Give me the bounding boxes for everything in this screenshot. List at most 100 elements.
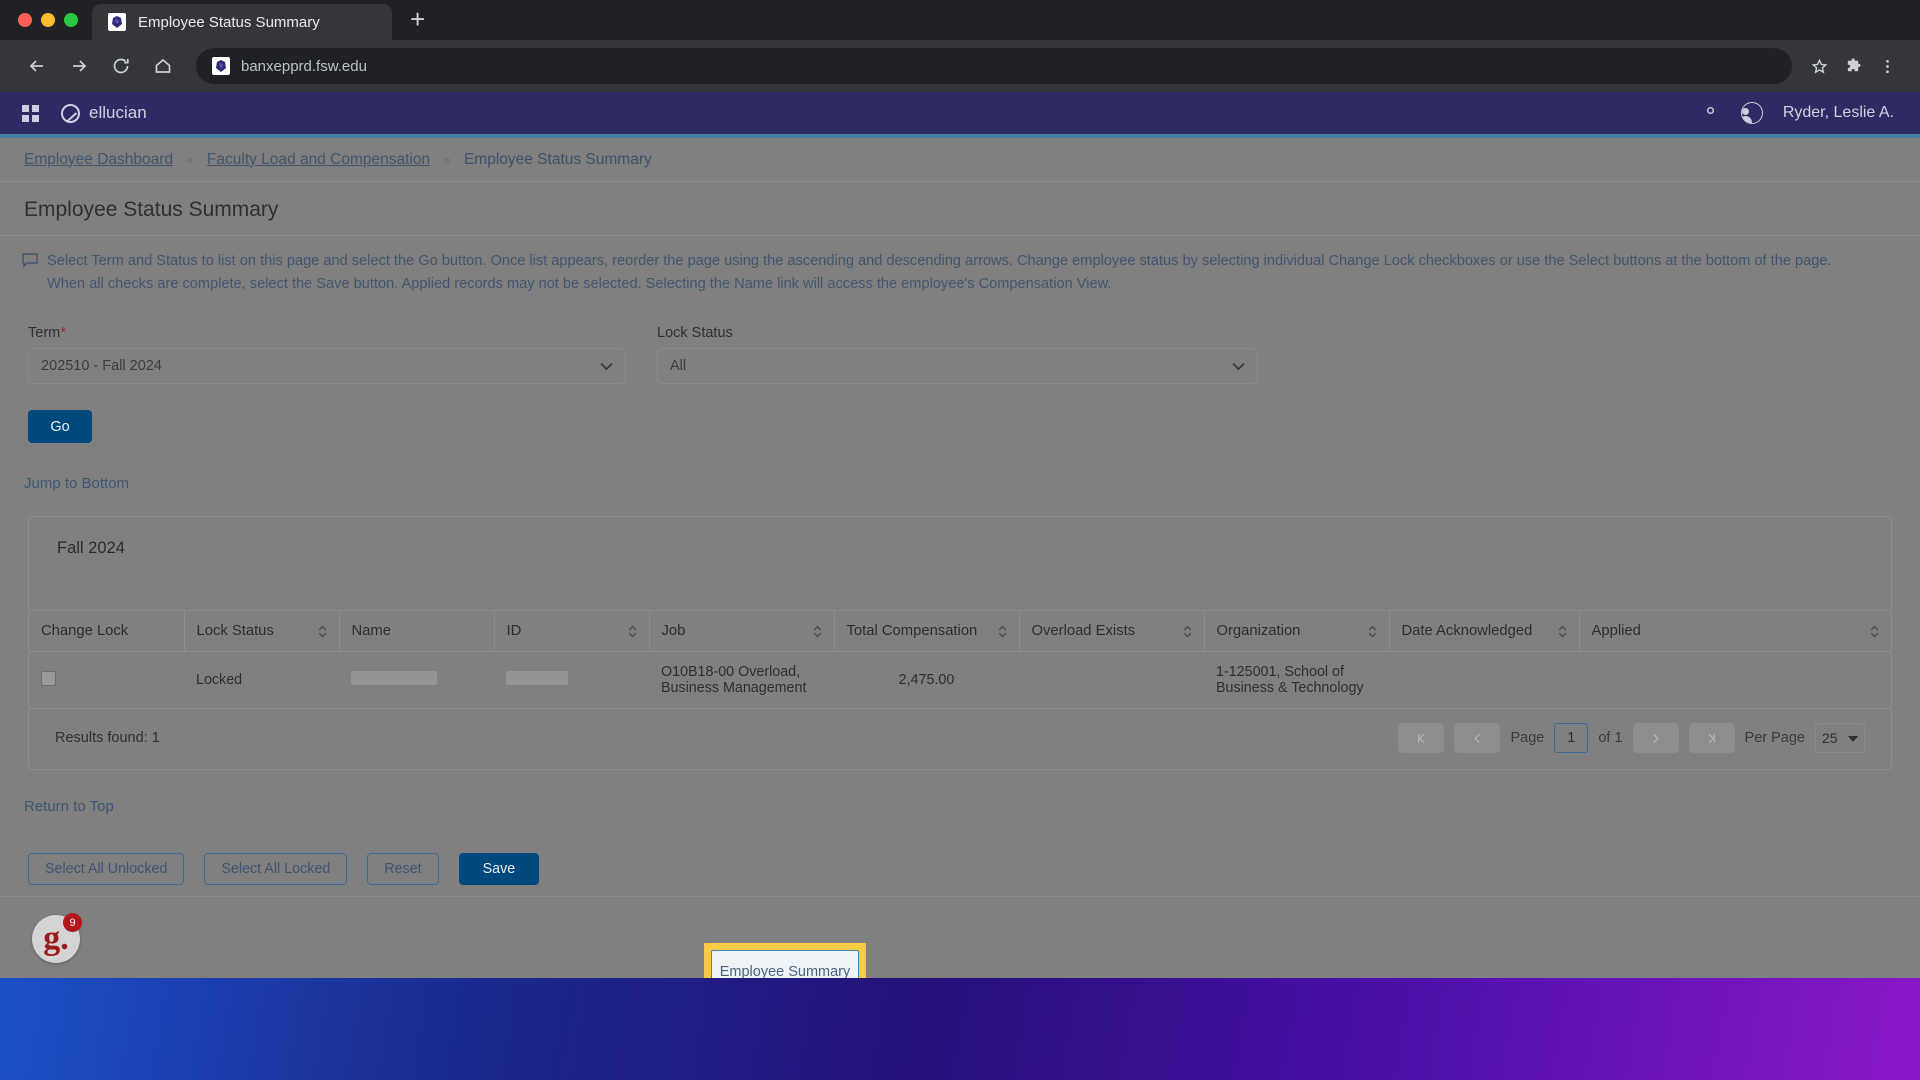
term-select[interactable]: 202510 - Fall 2024 [28, 348, 626, 385]
per-page-value: 25 [1822, 730, 1838, 747]
breadcrumb-item-current: Employee Status Summary [463, 150, 652, 168]
page-total-label: of 1 [1598, 730, 1623, 747]
forward-arrow-icon[interactable] [58, 45, 100, 87]
page-title: Employee Status Summary [24, 198, 279, 221]
back-arrow-icon[interactable] [16, 45, 58, 87]
footer-strip [0, 896, 1920, 950]
last-page-icon[interactable] [1688, 723, 1735, 754]
caret-down-icon [1848, 730, 1858, 746]
lock-status-select[interactable]: All [657, 348, 1258, 385]
next-page-icon[interactable] [1632, 723, 1679, 754]
return-to-top-link[interactable]: Return to Top [24, 798, 1920, 815]
page-label: Page [1510, 730, 1545, 747]
col-change-lock: Change Lock [29, 610, 184, 653]
browser-tab-title: Employee Status Summary [138, 13, 320, 31]
cell-name[interactable] [339, 651, 494, 710]
change-lock-checkbox[interactable] [41, 670, 56, 686]
per-page-select[interactable]: 25 [1815, 723, 1865, 754]
star-icon[interactable] [1802, 49, 1836, 83]
page-content: Employee Dashboard ● Faculty Load and Co… [0, 138, 1920, 1016]
sort-updown-icon[interactable] [302, 625, 327, 638]
new-tab-button[interactable]: + [392, 6, 443, 40]
gear-icon[interactable] [1700, 100, 1721, 126]
notification-count-badge: 9 [63, 913, 82, 932]
col-job[interactable]: Job [648, 610, 834, 653]
save-button[interactable]: Save [458, 853, 540, 886]
redacted-name [351, 671, 437, 686]
per-page-label: Per Page [1744, 730, 1805, 747]
col-overload-exists[interactable]: Overload Exists [1018, 610, 1204, 653]
address-favicon-icon [212, 57, 230, 75]
reset-button[interactable]: Reset [367, 853, 439, 886]
breadcrumb: Employee Dashboard ● Faculty Load and Co… [0, 138, 1920, 182]
close-window-button[interactable] [18, 13, 32, 27]
puzzle-icon[interactable] [1836, 49, 1870, 83]
sort-updown-icon[interactable] [1542, 625, 1567, 638]
term-select-value: 202510 - Fall 2024 [41, 358, 162, 375]
table-head: Change Lock Lock Status Name ID Job Tota… [29, 610, 1891, 653]
page-title-bar: Employee Status Summary [0, 182, 1920, 236]
ellucian-brand: ellucian [61, 103, 147, 123]
address-bar[interactable]: banxepprd.fsw.edu [196, 48, 1792, 84]
col-applied[interactable]: Applied [1578, 610, 1891, 653]
home-icon[interactable] [142, 45, 184, 87]
window-traffic-lights[interactable] [12, 0, 92, 40]
sort-updown-icon[interactable] [1167, 625, 1192, 638]
guide-assistant-badge[interactable]: g. 9 [32, 913, 82, 963]
user-avatar-icon[interactable] [1740, 102, 1763, 124]
app-grid-icon[interactable] [22, 104, 39, 122]
desktop-background [0, 978, 1920, 1080]
reload-icon[interactable] [100, 45, 142, 87]
info-message-line2: When all checks are complete, select the… [47, 275, 1112, 292]
user-name-label: Ryder, Leslie A. [1782, 104, 1894, 121]
col-date-acknowledged[interactable]: Date Acknowledged [1388, 610, 1579, 653]
table-body: Locked O10B18-00 Overload, Business Mana… [29, 651, 1891, 710]
table-header-row: Change Lock Lock Status Name ID Job Tota… [29, 610, 1891, 653]
sort-updown-icon[interactable] [612, 625, 637, 638]
cell-date-acknowledged [1389, 651, 1579, 710]
col-lock-status[interactable]: Lock Status [183, 610, 339, 653]
employee-status-table: Change Lock Lock Status Name ID Job Tota… [29, 610, 1891, 710]
sort-updown-icon[interactable] [982, 625, 1007, 638]
results-count: Results found: 1 [55, 730, 160, 747]
site-favicon-icon [108, 13, 126, 31]
kebab-menu-icon[interactable] [1870, 49, 1904, 83]
brand-label: ellucian [89, 103, 147, 122]
action-button-row: Select All Unlocked Select All Locked Re… [0, 815, 1920, 886]
browser-tab[interactable]: Employee Status Summary [92, 4, 392, 40]
page-input[interactable] [1554, 723, 1589, 754]
sort-updown-icon[interactable] [1854, 625, 1879, 638]
chevron-down-icon [1232, 359, 1245, 374]
lock-status-label: Lock Status [657, 325, 733, 342]
jump-to-bottom-link[interactable]: Jump to Bottom [24, 475, 1920, 492]
term-field-group: Term* 202510 - Fall 2024 [28, 325, 626, 385]
cell-lock-status: Locked [184, 651, 339, 710]
app-header: ellucian Ryder, Leslie A. [0, 92, 1920, 134]
previous-page-icon[interactable] [1454, 723, 1501, 754]
cell-total-compensation: 2,475.00 [834, 651, 1019, 710]
sort-updown-icon[interactable] [797, 625, 822, 638]
col-total-compensation[interactable]: Total Compensation [833, 610, 1019, 653]
go-button[interactable]: Go [28, 410, 92, 444]
breadcrumb-item-employee-dashboard[interactable]: Employee Dashboard [24, 151, 173, 169]
cell-applied [1579, 651, 1891, 710]
select-all-locked-button[interactable]: Select All Locked [204, 853, 348, 886]
first-page-icon[interactable] [1398, 723, 1445, 754]
breadcrumb-item-faculty-load[interactable]: Faculty Load and Compensation [207, 151, 430, 169]
browser-chrome: Employee Status Summary + banxepprd.fsw.… [0, 0, 1920, 92]
filter-form: Term* 202510 - Fall 2024 Lock Status All [0, 303, 1920, 385]
required-marker: * [60, 325, 66, 342]
col-organization[interactable]: Organization [1203, 610, 1389, 653]
cell-job: O10B18-00 Overload, Business Management [649, 651, 834, 710]
redacted-id [506, 671, 568, 686]
term-label: Term* [28, 325, 66, 342]
chevron-down-icon [600, 359, 613, 374]
ellucian-logo-icon [61, 103, 80, 123]
select-all-unlocked-button[interactable]: Select All Unlocked [28, 853, 185, 886]
maximize-window-button[interactable] [64, 13, 78, 27]
col-id[interactable]: ID [493, 610, 649, 653]
pagination-controls: Page of 1 Per Page 25 [1398, 723, 1865, 754]
sort-updown-icon[interactable] [1352, 625, 1377, 638]
col-name[interactable]: Name [338, 610, 494, 653]
minimize-window-button[interactable] [41, 13, 55, 27]
